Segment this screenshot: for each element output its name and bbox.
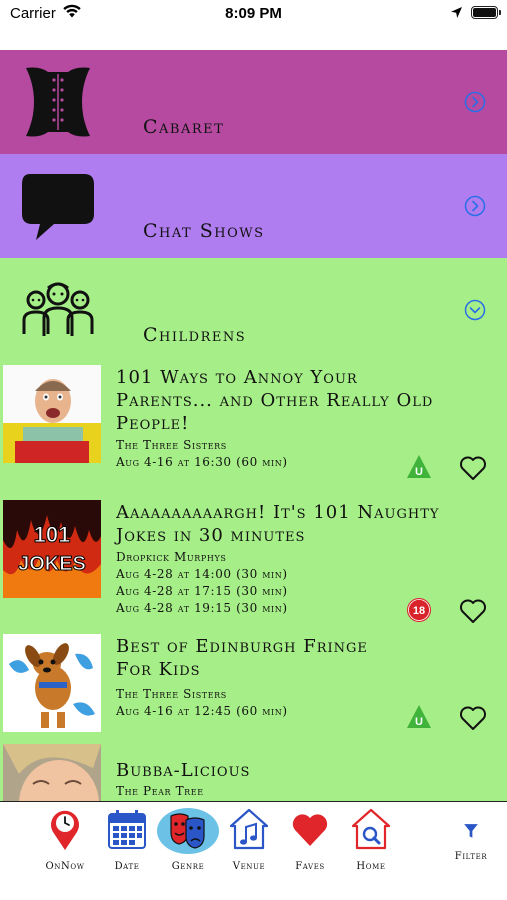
svg-text:101: 101 bbox=[34, 522, 71, 547]
tab-date[interactable]: Date bbox=[97, 806, 157, 878]
favourite-heart-icon[interactable] bbox=[459, 598, 487, 624]
show-item[interactable]: 101 Ways to Annoy Your Parents... and Ot… bbox=[0, 362, 507, 497]
svg-text:U: U bbox=[415, 466, 423, 478]
svg-text:18: 18 bbox=[413, 605, 425, 617]
genre-label: Childrens bbox=[143, 324, 247, 346]
tab-label: Venue bbox=[232, 861, 266, 872]
rating-18-icon: 18 bbox=[407, 598, 431, 622]
speech-bubble-icon bbox=[22, 174, 94, 240]
music-house-icon bbox=[229, 808, 269, 850]
corset-icon bbox=[26, 67, 90, 137]
tab-label: OnNow bbox=[45, 861, 85, 872]
show-time: Aug 4-16 at 16:30 (60 min) bbox=[116, 455, 288, 469]
tab-venue[interactable]: Venue bbox=[219, 806, 279, 878]
show-venue: The Three Sisters bbox=[116, 438, 227, 452]
clock-pin-icon bbox=[51, 810, 79, 850]
tab-faves[interactable]: Faves bbox=[280, 806, 340, 878]
show-venue: The Three Sisters bbox=[116, 687, 227, 701]
genre-row-cabaret[interactable]: Cabaret bbox=[0, 50, 507, 154]
genre-row-childrens[interactable]: Childrens bbox=[0, 258, 507, 362]
show-venue: The Pear Tree bbox=[116, 784, 204, 798]
genre-section-childrens: Childrens 101 Ways to Annoy Your Parents… bbox=[0, 258, 507, 801]
genre-label: Cabaret bbox=[143, 116, 225, 138]
tab-home[interactable]: Home bbox=[341, 806, 401, 878]
favourite-heart-icon[interactable] bbox=[459, 455, 487, 481]
tab-bar: OnNow Date Genre Venue Faves Home Filter bbox=[0, 801, 507, 900]
show-item[interactable]: Best of Edinburgh Fringe For Kids The Th… bbox=[0, 631, 507, 741]
tab-onnow[interactable]: OnNow bbox=[35, 806, 95, 878]
tab-filter[interactable]: Filter bbox=[441, 806, 501, 878]
show-item[interactable]: 101 JOKES Aaaaaaaaaargh! It's 101 Naught… bbox=[0, 497, 507, 631]
rating-u-icon: U bbox=[407, 705, 431, 728]
location-arrow-icon bbox=[451, 7, 462, 18]
rating-u-icon: U bbox=[407, 455, 431, 478]
show-time: Aug 4-28 at 14:00 (30 min) bbox=[116, 567, 288, 581]
show-thumbnail: 101 JOKES bbox=[3, 500, 101, 598]
svg-text:U: U bbox=[415, 716, 423, 728]
status-bar: Carrier 8:09 PM bbox=[0, 0, 507, 50]
children-group-icon bbox=[22, 282, 94, 336]
battery-icon bbox=[471, 6, 501, 19]
filter-icon bbox=[464, 824, 478, 838]
show-item[interactable]: Bubba-Licious The Pear Tree bbox=[0, 741, 507, 801]
home-search-icon bbox=[351, 808, 391, 850]
theatre-masks-icon bbox=[170, 813, 205, 849]
show-title: Best of Edinburgh Fringe For Kids bbox=[116, 636, 368, 680]
show-title: Bubba-Licious bbox=[116, 760, 251, 781]
show-title: 101 Ways to Annoy Your Parents... and Ot… bbox=[116, 367, 434, 434]
status-time: 8:09 PM bbox=[225, 5, 282, 22]
calendar-icon bbox=[108, 810, 146, 849]
chevron-down-icon[interactable] bbox=[464, 299, 486, 321]
favourite-heart-icon[interactable] bbox=[459, 705, 487, 731]
show-time: Aug 4-16 at 12:45 (60 min) bbox=[116, 704, 288, 718]
show-time: Aug 4-28 at 19:15 (30 min) bbox=[116, 601, 288, 615]
tab-label: Faves bbox=[295, 861, 325, 872]
tab-label: Genre bbox=[171, 861, 205, 872]
show-thumbnail bbox=[3, 634, 101, 732]
show-venue: Dropkick Murphys bbox=[116, 550, 227, 564]
genre-label: Chat Shows bbox=[143, 220, 265, 242]
show-time: Aug 4-28 at 17:15 (30 min) bbox=[116, 584, 288, 598]
show-title: Aaaaaaaaaargh! It's 101 Naughty Jokes in… bbox=[116, 502, 440, 546]
genre-row-chat-shows[interactable]: Chat Shows bbox=[0, 154, 507, 258]
show-thumbnail bbox=[3, 744, 101, 801]
chevron-right-icon[interactable] bbox=[464, 91, 486, 113]
chevron-right-icon[interactable] bbox=[464, 195, 486, 217]
show-thumbnail bbox=[3, 365, 101, 463]
tab-genre[interactable]: Genre bbox=[157, 806, 219, 878]
svg-text:JOKES: JOKES bbox=[18, 553, 86, 575]
tab-label: Date bbox=[114, 861, 140, 872]
tab-label: Home bbox=[356, 861, 386, 872]
tab-label: Filter bbox=[454, 851, 488, 862]
heart-icon bbox=[292, 814, 328, 846]
genre-list[interactable]: Cabaret Chat Shows Childrens 101 Ways to… bbox=[0, 50, 507, 801]
